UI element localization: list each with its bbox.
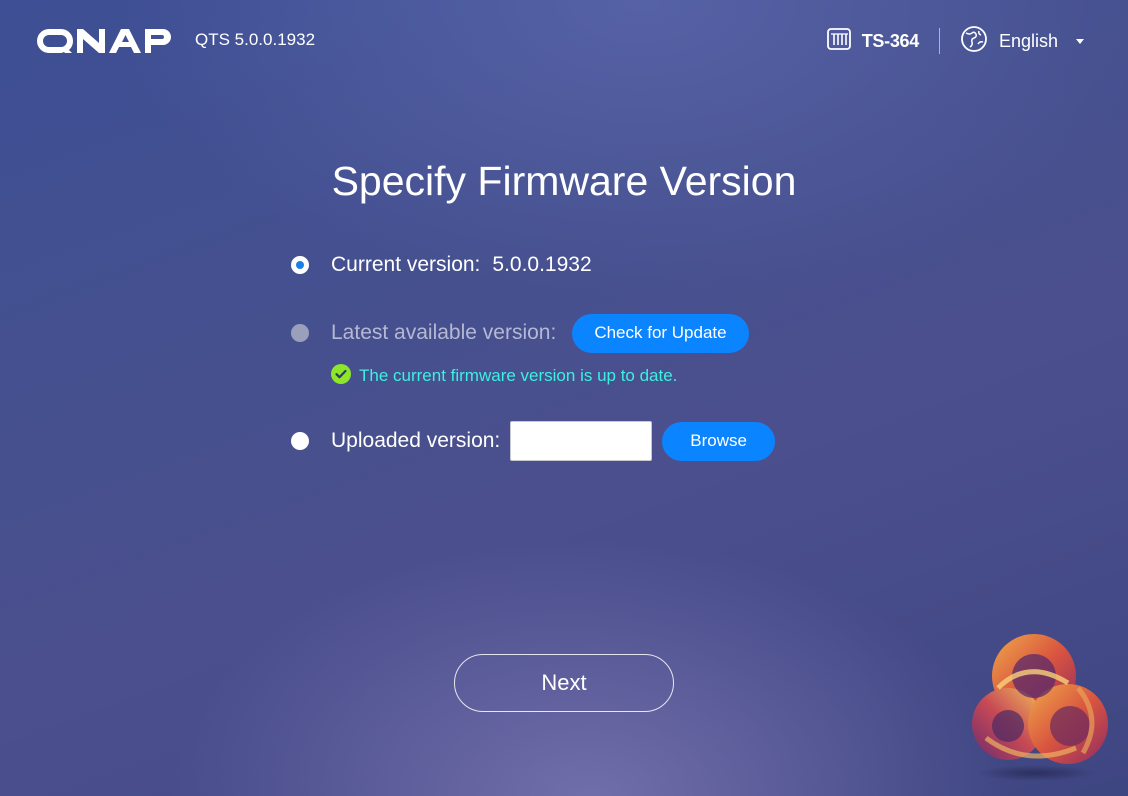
check-for-update-button[interactable]: Check for Update (572, 313, 749, 353)
status-text: The current firmware version is up to da… (359, 366, 678, 385)
check-circle-icon (331, 363, 351, 389)
radio-latest-version (291, 324, 309, 342)
next-button[interactable]: Next (454, 654, 674, 712)
radio-current-version[interactable] (291, 256, 309, 274)
nas-device-icon (826, 26, 852, 57)
uploaded-version-label: Uploaded version: (331, 429, 501, 452)
header-divider (938, 28, 940, 54)
caret-down-icon[interactable] (1076, 38, 1084, 44)
current-version-label: Current version: (331, 253, 481, 276)
update-status: The current firmware version is up to da… (331, 363, 678, 389)
model-label: TS-364 (861, 30, 920, 51)
header-right: TS-364 English (826, 25, 1084, 58)
option-current-version[interactable]: Current version: 5.0.0.1932 (291, 245, 592, 285)
uploaded-file-input[interactable] (510, 421, 653, 461)
option-latest-version: Latest available version: Check for Upda… (291, 313, 749, 353)
page-title: Specify Firmware Version (331, 158, 797, 204)
language-selector[interactable]: English (960, 25, 1084, 58)
latest-version-label: Latest available version: (331, 321, 557, 344)
decorative-knot-graphic (968, 628, 1118, 783)
language-label: English (998, 30, 1058, 51)
model-info: TS-364 (826, 26, 919, 56)
radio-uploaded-version[interactable] (291, 432, 309, 450)
current-version-value: 5.0.0.1932 (492, 253, 592, 276)
option-uploaded-version[interactable]: Uploaded version: Browse (291, 421, 775, 461)
product-version: QTS 5.0.0.1932 (195, 30, 316, 49)
qnap-logo (35, 27, 177, 55)
browse-button[interactable]: Browse (662, 421, 775, 461)
globe-icon (960, 25, 988, 58)
